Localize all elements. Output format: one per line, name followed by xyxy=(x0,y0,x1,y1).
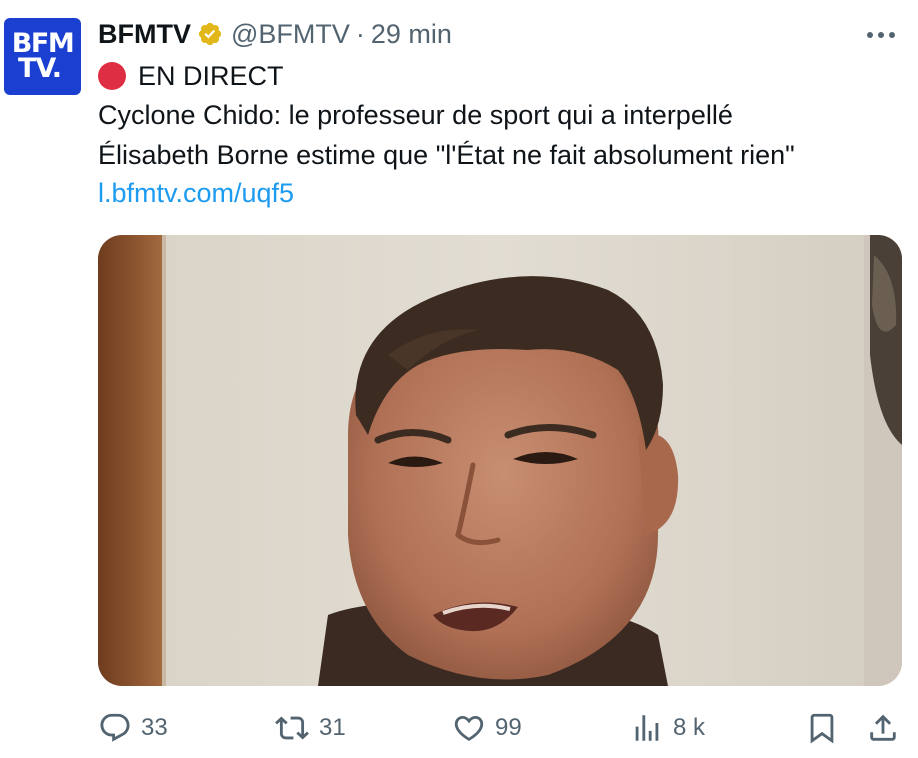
tweet-text-line1: Cyclone Chido: le professeur de sport qu… xyxy=(98,100,733,130)
more-icon[interactable] xyxy=(864,18,898,52)
retweet-button[interactable]: 31 xyxy=(274,706,346,750)
live-dot-icon xyxy=(98,62,126,90)
author-name[interactable]: BFMTV xyxy=(98,19,191,50)
avatar-logo-line2: TV. xyxy=(17,52,62,84)
bookmark-button[interactable] xyxy=(805,706,839,750)
like-button[interactable]: 99 xyxy=(452,706,522,750)
views-button[interactable]: 8 k xyxy=(630,706,705,750)
separator-dot: · xyxy=(355,18,365,49)
reply-button[interactable]: 33 xyxy=(98,706,168,750)
tweet-link[interactable]: l.bfmtv.com/uqf5 xyxy=(98,175,294,211)
action-bar: 33 31 99 8 k xyxy=(98,706,904,750)
views-icon xyxy=(630,711,664,745)
like-icon xyxy=(452,711,486,745)
share-button[interactable] xyxy=(866,706,900,750)
live-label: EN DIRECT xyxy=(98,58,284,94)
tweet-text-line2: Élisabeth Borne estime que "l'État ne fa… xyxy=(98,140,795,170)
verified-icon[interactable] xyxy=(197,21,223,47)
author-handle[interactable]: @BFMTV xyxy=(231,19,350,50)
tweet-header: BFMTV @BFMTV · 29 min xyxy=(98,14,452,54)
like-count: 99 xyxy=(495,714,522,741)
views-count: 8 k xyxy=(673,714,706,741)
bookmark-icon xyxy=(805,711,839,745)
reply-count: 33 xyxy=(141,714,168,741)
share-icon xyxy=(866,711,900,745)
retweet-count: 31 xyxy=(319,714,346,741)
avatar[interactable]: BFM TV. xyxy=(4,18,81,95)
video-thumbnail[interactable] xyxy=(98,235,902,686)
retweet-icon xyxy=(274,711,310,745)
live-text: EN DIRECT xyxy=(138,61,284,91)
timestamp[interactable]: 29 min xyxy=(371,19,452,50)
reply-icon xyxy=(98,711,132,745)
